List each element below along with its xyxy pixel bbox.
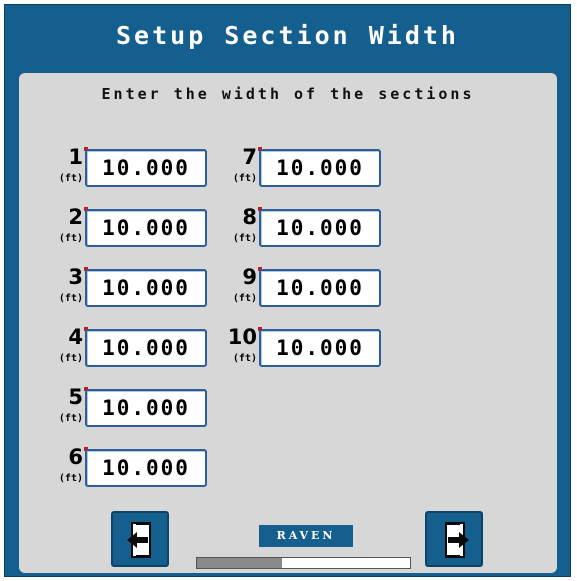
section-width-input[interactable]: 10.000 [85, 449, 207, 487]
raven-logo: RAVEN [259, 525, 353, 547]
unit-label: (ft) [232, 173, 257, 184]
section-number-label: 3 [68, 267, 88, 288]
section-number-label: 4 [68, 327, 88, 348]
section-number-label: 2 [68, 207, 88, 228]
section-width-input[interactable]: 10.000 [85, 389, 207, 427]
unit-label: (ft) [58, 173, 83, 184]
section-number-label: 9 [242, 267, 262, 288]
section-width-input[interactable]: 10.000 [259, 329, 381, 367]
setup-section-width-screen: Setup Section Width Enter the width of t… [4, 4, 571, 577]
content-panel: Enter the width of the sections 1 (ft) 1… [19, 73, 557, 573]
unit-label: (ft) [58, 473, 83, 484]
progress-bar-fill [197, 558, 283, 568]
section-number-label: 7 [242, 147, 262, 168]
section-number-label: 5 [68, 387, 88, 408]
section-width-input[interactable]: 10.000 [85, 209, 207, 247]
page-title: Setup Section Width [116, 21, 459, 50]
section-width-input[interactable]: 10.000 [85, 329, 207, 367]
progress-bar [196, 557, 411, 569]
unit-label: (ft) [58, 413, 83, 424]
unit-label: (ft) [58, 233, 83, 244]
section-width-input[interactable]: 10.000 [85, 269, 207, 307]
section-number-label: 1 [68, 147, 88, 168]
unit-label: (ft) [58, 353, 83, 364]
section-number-label: 10 [228, 327, 262, 348]
section-number-label: 8 [242, 207, 262, 228]
next-button[interactable] [425, 511, 483, 567]
unit-label: (ft) [232, 293, 257, 304]
back-button[interactable] [111, 511, 169, 567]
section-number-label: 6 [68, 447, 88, 468]
back-arrow-icon [127, 522, 151, 558]
instruction-text: Enter the width of the sections [101, 85, 475, 103]
unit-label: (ft) [232, 233, 257, 244]
next-arrow-icon [445, 522, 469, 558]
unit-label: (ft) [58, 293, 83, 304]
section-width-input[interactable]: 10.000 [259, 209, 381, 247]
section-width-input[interactable]: 10.000 [259, 149, 381, 187]
unit-label: (ft) [232, 353, 257, 364]
section-width-input[interactable]: 10.000 [85, 149, 207, 187]
section-width-input[interactable]: 10.000 [259, 269, 381, 307]
